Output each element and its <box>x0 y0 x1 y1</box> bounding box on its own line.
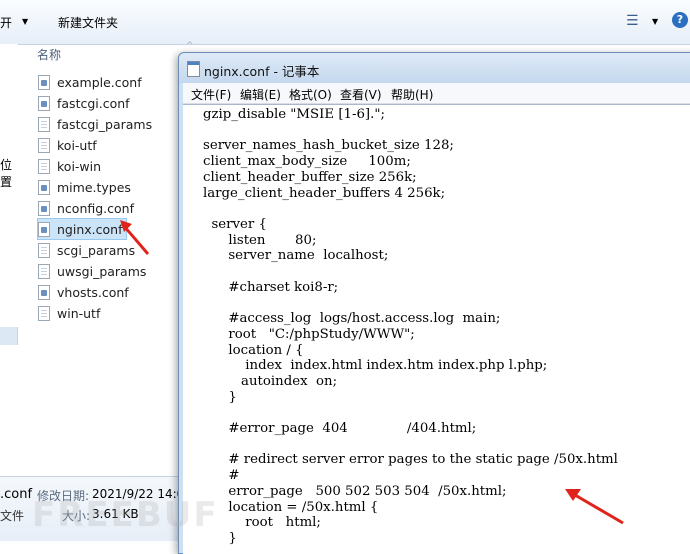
file-name: win-utf <box>57 305 101 321</box>
file-list-item[interactable]: fastcgi.conf <box>38 93 130 113</box>
code-line: server_name localhost; <box>203 248 389 264</box>
code-line: # <box>203 468 240 484</box>
config-file-icon <box>38 179 50 195</box>
menu-format[interactable]: 格式(O) <box>289 86 332 103</box>
explorer-toolbar: 开 ▼ 新建文件夹 ☰ ▼ ? <box>0 0 690 45</box>
code-line: large_client_header_buffers 4 256k; <box>203 185 446 201</box>
file-list-item[interactable]: uwsgi_params <box>38 261 146 281</box>
code-line: } <box>203 389 237 405</box>
file-list-item[interactable]: win-utf <box>38 303 100 323</box>
text-editor-area[interactable]: gzip_disable "MSIE [1-6]."; server_names_… <box>183 104 690 554</box>
menu-help[interactable]: 帮助(H) <box>391 86 433 103</box>
nav-item-location[interactable]: 位置 <box>0 156 18 190</box>
file-name: koi-win <box>57 158 102 174</box>
file-icon <box>38 158 50 174</box>
file-list-item[interactable]: koi-win <box>38 156 101 176</box>
code-line: # redirect server error pages to the sta… <box>203 452 618 468</box>
selected-file-type: 文件 <box>0 509 25 523</box>
file-icon <box>38 242 50 258</box>
code-line: autoindex on; <box>203 373 338 389</box>
code-line: #access_log logs/host.access.log main; <box>203 311 501 327</box>
code-line: root "C:/phpStudy/WWW"; <box>203 326 415 342</box>
window-title: nginx.conf - 记事本 <box>204 64 320 79</box>
code-line: index index.html index.htm index.php l.p… <box>203 358 548 374</box>
menu-bar: 文件(F) 编辑(E) 格式(O) 查看(V) 帮助(H) <box>183 83 690 104</box>
menu-file[interactable]: 文件(F) <box>191 86 231 103</box>
code-line: client_header_buffer_size 256k; <box>203 169 417 185</box>
file-name: fastcgi.conf <box>57 95 130 111</box>
code-line: #error_page 404 /404.html; <box>203 421 477 436</box>
file-name: uwsgi_params <box>57 263 147 279</box>
column-header-name[interactable]: 名称 <box>37 46 61 63</box>
code-line: listen 80; <box>203 232 317 248</box>
code-line: server_names_hash_bucket_size 128; <box>203 138 454 154</box>
file-name: vhosts.conf <box>57 284 129 300</box>
code-line: location / { <box>203 342 304 358</box>
sort-ascending-icon: ^ <box>186 41 194 51</box>
code-line: gzip_disable "MSIE [1-6]."; <box>203 107 385 122</box>
navigation-pane: 位置 <box>0 44 18 474</box>
file-name: example.conf <box>57 74 142 90</box>
code-line: server { <box>203 216 267 232</box>
file-icon <box>38 116 50 132</box>
chevron-down-icon[interactable]: ▼ <box>652 17 658 26</box>
config-file-icon <box>38 221 50 237</box>
open-button[interactable]: 开 <box>0 14 12 31</box>
file-list-item[interactable]: example.conf <box>38 72 142 92</box>
code-line: client_max_body_size 100m; <box>203 154 411 170</box>
notepad-window: nginx.conf - 记事本 文件(F) 编辑(E) 格式(O) 查看(V)… <box>178 52 690 554</box>
config-file-icon <box>38 284 50 300</box>
new-folder-button[interactable]: 新建文件夹 <box>58 14 118 31</box>
code-line: location = /50x.html { <box>203 499 379 515</box>
file-list-item[interactable]: koi-utf <box>38 135 97 155</box>
view-options-icon[interactable]: ☰ <box>626 13 639 29</box>
chevron-down-icon[interactable]: ▼ <box>22 17 28 26</box>
config-file-icon <box>38 200 50 216</box>
help-icon[interactable]: ? <box>672 12 688 28</box>
title-bar[interactable]: nginx.conf - 记事本 <box>179 53 690 83</box>
file-list-item[interactable]: mime.types <box>38 177 131 197</box>
file-list-item[interactable]: nconfig.conf <box>38 198 134 218</box>
file-name: nginx.conf <box>57 221 123 237</box>
file-name: mime.types <box>57 179 131 195</box>
file-name: koi-utf <box>57 137 97 153</box>
config-file-icon <box>38 95 50 111</box>
notepad-icon <box>187 61 200 77</box>
file-name: fastcgi_params <box>57 116 153 132</box>
menu-edit[interactable]: 编辑(E) <box>240 86 281 103</box>
file-list-item[interactable]: fastcgi_params <box>38 114 152 134</box>
file-icon <box>38 137 50 153</box>
annotation-arrow <box>565 489 624 525</box>
config-file-icon <box>38 74 50 90</box>
selected-file-name: .conf <box>0 487 33 502</box>
menu-view[interactable]: 查看(V) <box>340 86 382 103</box>
watermark: FREEBUF <box>32 495 219 535</box>
file-icon <box>38 305 50 321</box>
file-name: nconfig.conf <box>57 200 134 216</box>
nav-item-selected[interactable] <box>0 327 18 345</box>
code-line: error_page 500 502 503 504 /50x.html; <box>203 483 507 499</box>
code-line: root html; <box>203 515 321 531</box>
annotation-arrow <box>120 220 150 255</box>
file-list-item[interactable]: vhosts.conf <box>38 282 129 302</box>
code-line: #charset koi8-r; <box>203 279 339 295</box>
file-list-item[interactable]: nginx.conf <box>36 218 128 240</box>
file-icon <box>38 263 50 279</box>
